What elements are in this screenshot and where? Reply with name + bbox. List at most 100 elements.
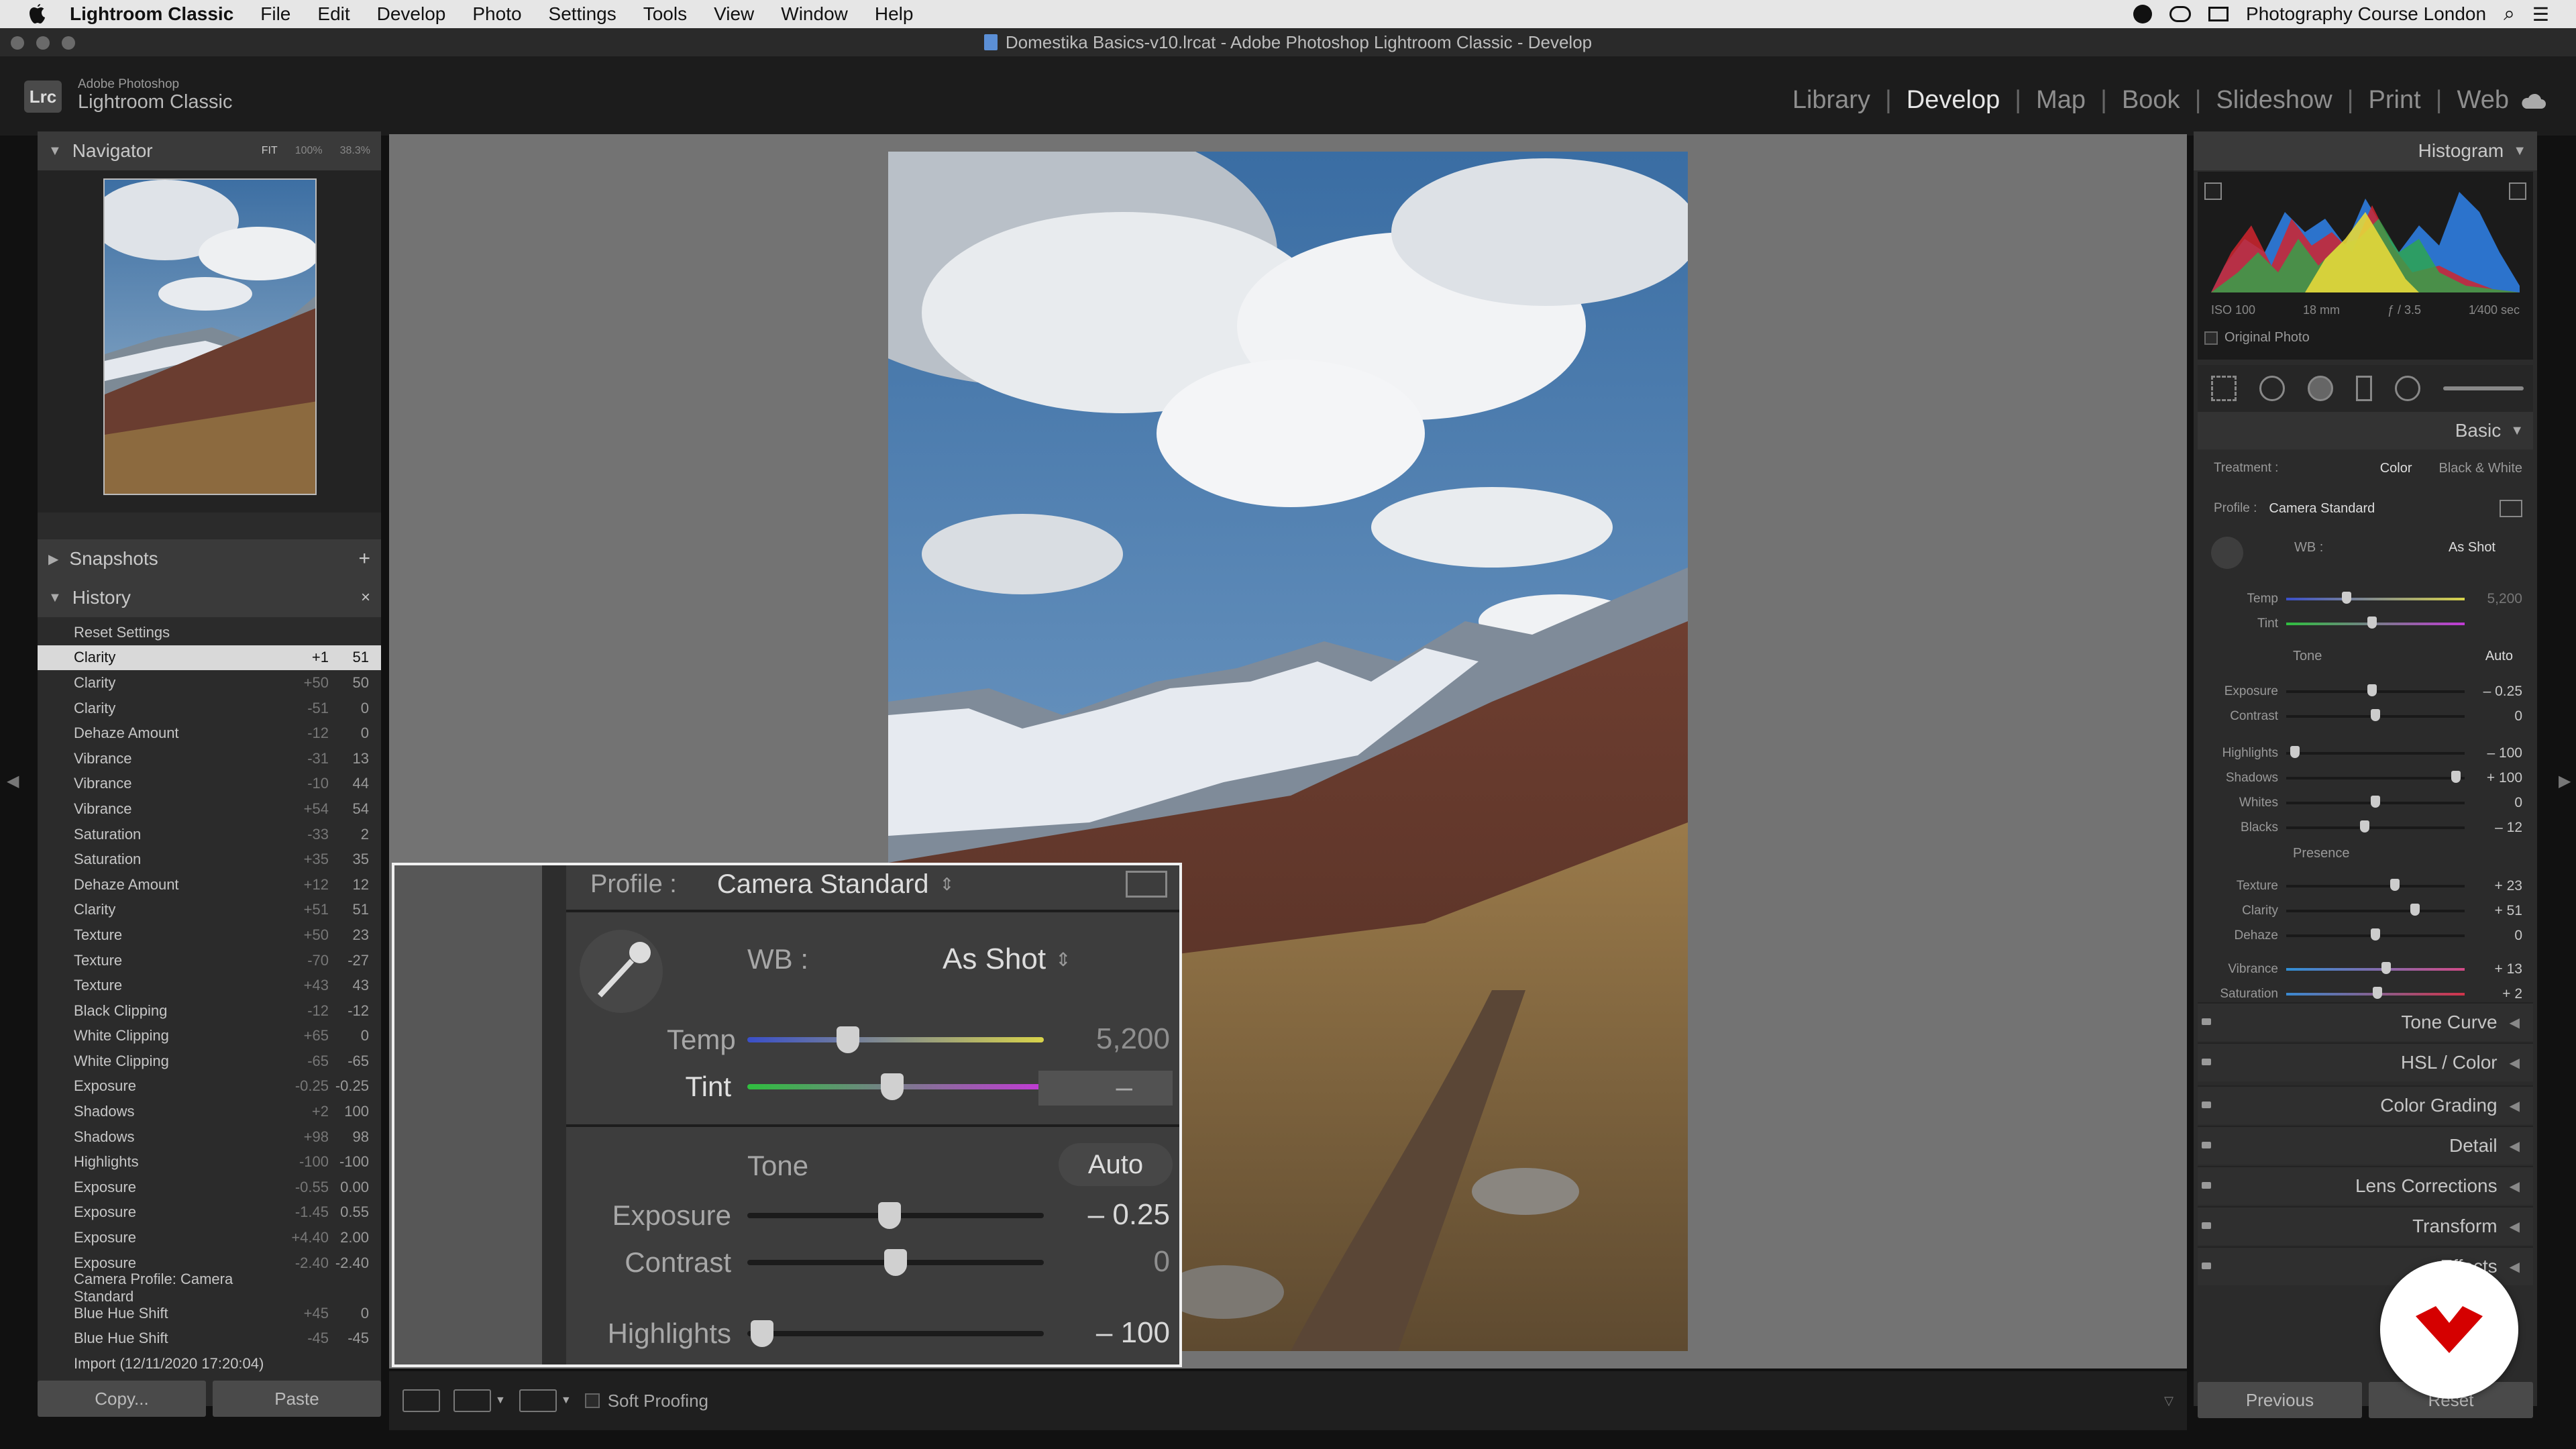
history-step[interactable]: Import (12/11/2020 17:20:04) [38, 1351, 381, 1377]
zoom-window-button[interactable] [62, 36, 75, 50]
history-step[interactable]: Clarity +1 51 [38, 645, 381, 671]
menu-help[interactable]: Help [875, 3, 914, 25]
history-step[interactable]: Texture +50 23 [38, 922, 381, 948]
inset-tint-value-field[interactable] [1038, 1071, 1173, 1106]
inset-tint-value[interactable]: – [1116, 1071, 1132, 1104]
history-step[interactable]: Clarity -51 0 [38, 696, 381, 721]
slider-value[interactable]: + 13 [2465, 961, 2522, 977]
inset-contrast-value[interactable]: 0 [1154, 1245, 1170, 1279]
menu-develop[interactable]: Develop [377, 3, 446, 25]
inset-highlights-slider-thumb[interactable] [751, 1320, 773, 1347]
history-step[interactable]: Blue Hue Shift +45 0 [38, 1301, 381, 1326]
slider-value[interactable]: – 100 [2465, 745, 2522, 761]
history-step[interactable]: Clarity +50 50 [38, 670, 381, 696]
slider-thumb[interactable] [2342, 592, 2352, 604]
history-step[interactable]: Saturation +35 35 [38, 847, 381, 872]
slider-track[interactable] [2286, 746, 2465, 758]
history-step[interactable]: Exposure -0.25 -0.25 [38, 1074, 381, 1099]
history-step[interactable]: Camera Profile: Camera Standard [38, 1271, 381, 1305]
dropdown-arrow-icon[interactable]: ▼ [495, 1395, 506, 1407]
slider-track[interactable] [2286, 928, 2465, 941]
panel-switch-icon[interactable] [2202, 1102, 2211, 1108]
inset-wb-value[interactable]: As Shot [943, 943, 1046, 976]
history-step[interactable]: Dehaze Amount +12 12 [38, 872, 381, 898]
slider-value[interactable]: 0 [2465, 708, 2522, 724]
toolbar-menu-icon[interactable]: ▽ [2164, 1394, 2174, 1408]
history-step[interactable]: Clarity +51 51 [38, 898, 381, 923]
spotlight-search-icon[interactable]: ⌕ [2504, 3, 2515, 25]
spot-removal-tool-icon[interactable] [2259, 376, 2285, 401]
slider-thumb[interactable] [2372, 987, 2382, 999]
add-snapshot-icon[interactable]: + [358, 547, 370, 570]
navigator-header[interactable]: ▼ Navigator FIT 100% 38.3% [38, 131, 381, 170]
original-photo-toggle[interactable]: Original Photo [2204, 330, 2310, 345]
slider-thumb[interactable] [2451, 771, 2461, 783]
expand-triangle-icon[interactable]: ◀ [2510, 1055, 2520, 1071]
slider-track[interactable] [2286, 771, 2465, 783]
creative-cloud-icon[interactable] [2169, 6, 2192, 22]
collapse-triangle-icon[interactable]: ▼ [2513, 144, 2526, 159]
navigator-preview[interactable] [38, 170, 381, 513]
inset-temp-value[interactable]: 5,200 [1096, 1022, 1170, 1056]
soft-proofing-checkbox[interactable] [584, 1393, 600, 1408]
graduated-filter-icon[interactable] [2356, 376, 2372, 401]
history-step[interactable]: White Clipping -65 -65 [38, 1049, 381, 1074]
slider-value[interactable]: – 12 [2465, 820, 2522, 836]
history-step[interactable]: Texture -70 -27 [38, 948, 381, 973]
slider-thumb[interactable] [2390, 879, 2400, 891]
slider-track[interactable] [2286, 616, 2465, 629]
inset-highlights-value[interactable]: – 100 [1096, 1316, 1170, 1350]
slider-thumb[interactable] [2371, 928, 2380, 941]
slider-thumb[interactable] [2381, 962, 2391, 974]
navigator-thumbnail[interactable] [103, 178, 317, 495]
slider-track[interactable] [2286, 709, 2465, 721]
history-step[interactable]: Saturation -33 2 [38, 822, 381, 847]
expand-triangle-icon[interactable]: ◀ [2510, 1178, 2520, 1195]
expand-triangle-icon[interactable]: ▶ [48, 551, 58, 568]
inset-profile-arrows-icon[interactable]: ⇕ [940, 874, 955, 895]
zoom-100[interactable]: 100% [295, 145, 323, 157]
snapshots-header[interactable]: ▶ Snapshots + [38, 539, 381, 578]
slider-value[interactable]: 5,200 [2465, 591, 2522, 607]
module-web[interactable]: Web [2457, 86, 2509, 115]
panel-switch-icon[interactable] [2202, 1018, 2211, 1025]
section-hsl-color[interactable]: HSL / Color ◀ [2198, 1042, 2533, 1081]
auto-button[interactable]: Auto [2485, 649, 2513, 664]
brush-tool-icon[interactable] [2443, 386, 2524, 390]
section-detail[interactable]: Detail ◀ [2198, 1126, 2533, 1165]
module-develop[interactable]: Develop [1907, 86, 2000, 115]
slider-value[interactable]: – 0.25 [2465, 684, 2522, 700]
section-transform[interactable]: Transform ◀ [2198, 1206, 2533, 1245]
history-step[interactable]: Vibrance +54 54 [38, 796, 381, 822]
slider-value[interactable]: + 100 [2465, 770, 2522, 786]
module-slideshow[interactable]: Slideshow [2216, 86, 2332, 115]
panel-switch-icon[interactable] [2202, 1182, 2211, 1189]
menu-tools[interactable]: Tools [643, 3, 687, 25]
history-step[interactable]: Black Clipping -12 -12 [38, 998, 381, 1024]
menu-app-name[interactable]: Lightroom Classic [70, 3, 233, 25]
record-icon[interactable] [2133, 5, 2153, 23]
section-color-grading[interactable]: Color Grading ◀ [2198, 1085, 2533, 1124]
slider-thumb[interactable] [2360, 820, 2370, 833]
section-tone-curve[interactable]: Tone Curve ◀ [2198, 1002, 2533, 1041]
loupe-view-button[interactable] [402, 1389, 440, 1412]
panel-switch-icon[interactable] [2202, 1222, 2211, 1229]
history-step[interactable]: Blue Hue Shift -45 -45 [38, 1326, 381, 1352]
inset-temp-slider-track[interactable] [747, 1037, 1044, 1042]
menu-window[interactable]: Window [781, 3, 848, 25]
cloud-sync-icon[interactable] [2520, 91, 2546, 111]
menu-edit[interactable]: Edit [317, 3, 350, 25]
module-print[interactable]: Print [2369, 86, 2421, 115]
slider-value[interactable]: + 51 [2465, 903, 2522, 919]
inset-exposure-slider-thumb[interactable] [878, 1202, 901, 1229]
slider-value[interactable]: + 2 [2465, 986, 2522, 1002]
history-step[interactable]: Reset Settings [38, 620, 381, 645]
inset-profile-grid-icon[interactable] [1126, 871, 1167, 898]
original-photo-checkbox[interactable] [2204, 331, 2218, 345]
slider-thumb[interactable] [2367, 684, 2377, 696]
history-step[interactable]: Texture +43 43 [38, 973, 381, 998]
slider-track[interactable] [2286, 987, 2465, 999]
inset-profile-value[interactable]: Camera Standard [717, 869, 929, 900]
treatment-bw[interactable]: Black & White [2439, 461, 2522, 476]
histogram-header[interactable]: Histogram ▼ [2194, 131, 2537, 170]
